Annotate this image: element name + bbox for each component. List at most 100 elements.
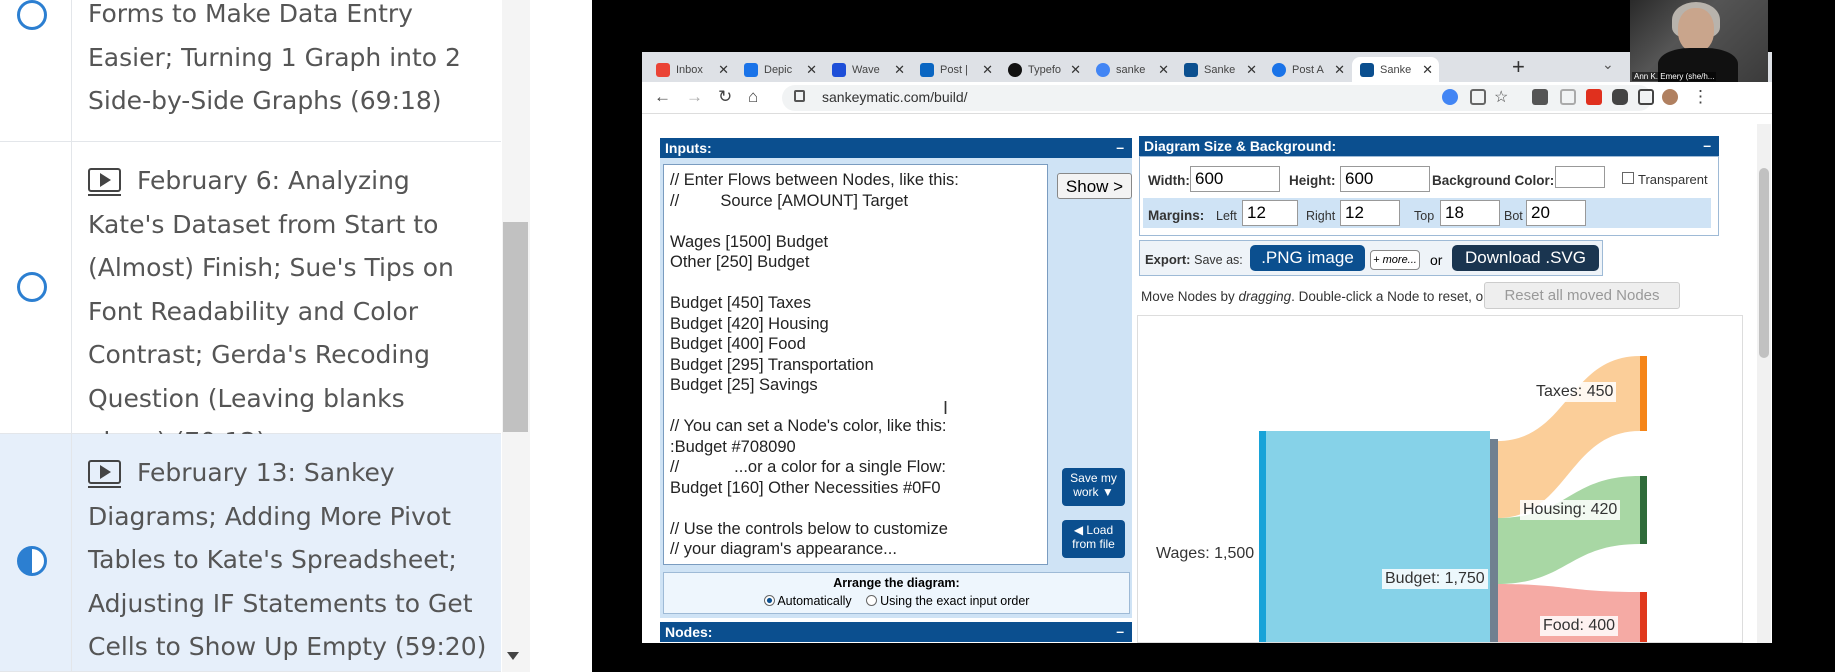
close-tab-icon[interactable]: ✕ (982, 62, 993, 78)
lesson-title: February 6: Analyzing Kate's Dataset fro… (88, 166, 454, 456)
arrange-section: Arrange the diagram: Automatically Using… (663, 572, 1130, 614)
side-panel-icon[interactable] (1638, 89, 1654, 105)
reload-icon[interactable]: ↻ (718, 87, 732, 107)
close-tab-icon[interactable]: ✕ (806, 62, 817, 78)
incomplete-circle-icon (17, 272, 47, 302)
load-from-file-button[interactable]: ◀ Load from file (1062, 520, 1125, 558)
flow-wages-budget[interactable] (1266, 431, 1490, 643)
height-input[interactable]: 600 (1340, 166, 1430, 192)
close-tab-icon[interactable]: ✕ (718, 62, 729, 78)
minimize-icon[interactable]: – (1116, 139, 1124, 155)
zapier-icon (1272, 62, 1286, 77)
margin-top-input[interactable]: 18 (1440, 200, 1500, 226)
url-input[interactable]: sankeymatic.com/build/ (782, 85, 1652, 111)
tab-linkedin[interactable]: Post | ✕ (912, 57, 999, 82)
tab-depic[interactable]: Depic ✕ (736, 57, 823, 82)
acrobat-icon[interactable] (1586, 89, 1602, 105)
google-icon (1096, 62, 1110, 77)
close-tab-icon[interactable]: ✕ (1158, 62, 1169, 78)
video-icon (88, 168, 121, 196)
arrange-auto-radio[interactable] (763, 595, 775, 606)
course-sidebar: Forms to Make Data Entry Easier; Turning… (0, 0, 530, 672)
width-input[interactable]: 600 (1190, 166, 1280, 192)
tab-inbox[interactable]: Inbox ✕ (648, 57, 735, 82)
lesson-title: Forms to Make Data Entry Easier; Turning… (88, 0, 461, 115)
lesson-item[interactable]: February 6: Analyzing Kate's Dataset fro… (0, 142, 501, 456)
arrange-exact-radio[interactable] (865, 595, 877, 606)
google-lens-icon[interactable] (1442, 89, 1458, 105)
node-housing[interactable] (1640, 476, 1647, 544)
margin-right-input[interactable]: 12 (1340, 200, 1400, 226)
bookmark-star-icon[interactable]: ☆ (1494, 87, 1508, 107)
home-icon[interactable]: ⌂ (748, 87, 758, 107)
webcam-caption: Ann K. Emery (she/h... (1632, 72, 1717, 81)
node-label-wages: Wages: 1,500 (1153, 544, 1258, 564)
wave-icon (832, 62, 846, 77)
tab-typeform[interactable]: Typefo ✕ (1000, 57, 1087, 82)
inputs-panel-header: Inputs: – (660, 138, 1132, 158)
video-icon (88, 460, 121, 488)
node-label-budget: Budget: 1,750 (1382, 569, 1488, 589)
address-bar-row: ← → ↻ ⌂ sankeymatic.com/build/ ☆ ⋮ (642, 82, 1772, 114)
close-tab-icon[interactable]: ✕ (1422, 62, 1433, 78)
webcam-overlay: Ann K. Emery (she/h... (1630, 0, 1768, 82)
sankeymatic-icon (1184, 62, 1198, 77)
new-tab-plus-icon[interactable]: + (1512, 54, 1525, 80)
extension-icon[interactable] (1560, 89, 1576, 105)
linkedin-icon (920, 62, 934, 77)
transparent-checkbox[interactable] (1622, 172, 1634, 184)
close-tab-icon[interactable]: ✕ (1334, 62, 1345, 78)
save-my-work-button[interactable]: Save my work ▼ (1062, 468, 1125, 506)
lesson-item-current[interactable]: February 13: Sankey Diagrams; Adding Mor… (0, 434, 501, 672)
close-tab-icon[interactable]: ✕ (894, 62, 905, 78)
tab-wave[interactable]: Wave ✕ (824, 57, 911, 82)
calendar-icon (744, 62, 758, 77)
margin-left-input[interactable]: 12 (1242, 200, 1298, 226)
nodes-panel-header[interactable]: Nodes: – (660, 622, 1132, 642)
node-wages[interactable] (1259, 431, 1266, 643)
sankey-svg (1259, 356, 1647, 643)
png-image-button[interactable]: .PNG image (1250, 245, 1365, 271)
node-label-taxes: Taxes: 450 (1533, 382, 1617, 402)
profile-avatar[interactable] (1662, 89, 1678, 105)
node-label-food: Food: 400 (1540, 616, 1619, 636)
typeform-icon (1008, 62, 1022, 77)
sankey-diagram: Wages: 1,500 Budget: 1,750 Taxes: 450 Ho… (1137, 315, 1743, 643)
flows-textarea[interactable]: // Enter Flows between Nodes, like this:… (663, 164, 1048, 565)
tab-sankeymatic[interactable]: Sanke ✕ (1176, 57, 1263, 82)
scroll-down-arrow-icon[interactable] (507, 652, 519, 660)
background-color-swatch[interactable] (1555, 166, 1605, 188)
lock-icon[interactable] (794, 90, 805, 102)
browser-menu-icon[interactable]: ⋮ (1692, 87, 1709, 107)
half-complete-circle-icon (17, 546, 47, 576)
more-export-button[interactable]: + more... (1370, 250, 1420, 270)
share-icon[interactable] (1470, 89, 1486, 105)
tab-zapier[interactable]: Post A ✕ (1264, 57, 1351, 82)
node-food[interactable] (1640, 592, 1647, 643)
reset-moved-nodes-button[interactable]: Reset all moved Nodes (1484, 282, 1680, 309)
incomplete-circle-icon (17, 0, 47, 30)
close-tab-icon[interactable]: ✕ (1246, 62, 1257, 78)
lesson-title: February 13: Sankey Diagrams; Adding Mor… (88, 458, 487, 661)
node-taxes[interactable] (1640, 356, 1647, 431)
extension-icon[interactable] (1532, 89, 1548, 105)
download-svg-button[interactable]: Download .SVG (1452, 245, 1599, 271)
minimize-icon[interactable]: – (1703, 137, 1711, 153)
gmail-icon (656, 62, 670, 77)
sankeymatic-icon (1360, 62, 1374, 77)
tab-google-search[interactable]: sanke ✕ (1088, 57, 1175, 82)
tab-sankeymatic-active[interactable]: Sanke ✕ (1352, 57, 1439, 82)
show-button[interactable]: Show > (1057, 173, 1132, 199)
node-budget[interactable] (1490, 439, 1498, 643)
puzzle-extensions-icon[interactable] (1612, 89, 1628, 105)
sidebar-scroll-thumb[interactable] (503, 222, 528, 432)
lesson-item[interactable]: Forms to Make Data Entry Easier; Turning… (0, 0, 501, 142)
back-arrow-icon[interactable]: ← (654, 87, 671, 107)
move-nodes-hint: Move Nodes by dragging. Double-click a N… (1141, 289, 1492, 304)
margin-bottom-input[interactable]: 20 (1526, 200, 1586, 226)
page-scroll-thumb[interactable] (1759, 168, 1769, 358)
forward-arrow-icon[interactable]: → (686, 87, 703, 107)
minimize-icon[interactable]: – (1116, 623, 1124, 639)
close-tab-icon[interactable]: ✕ (1070, 62, 1081, 78)
tab-search-chevron-icon[interactable]: ⌄ (1602, 56, 1614, 73)
